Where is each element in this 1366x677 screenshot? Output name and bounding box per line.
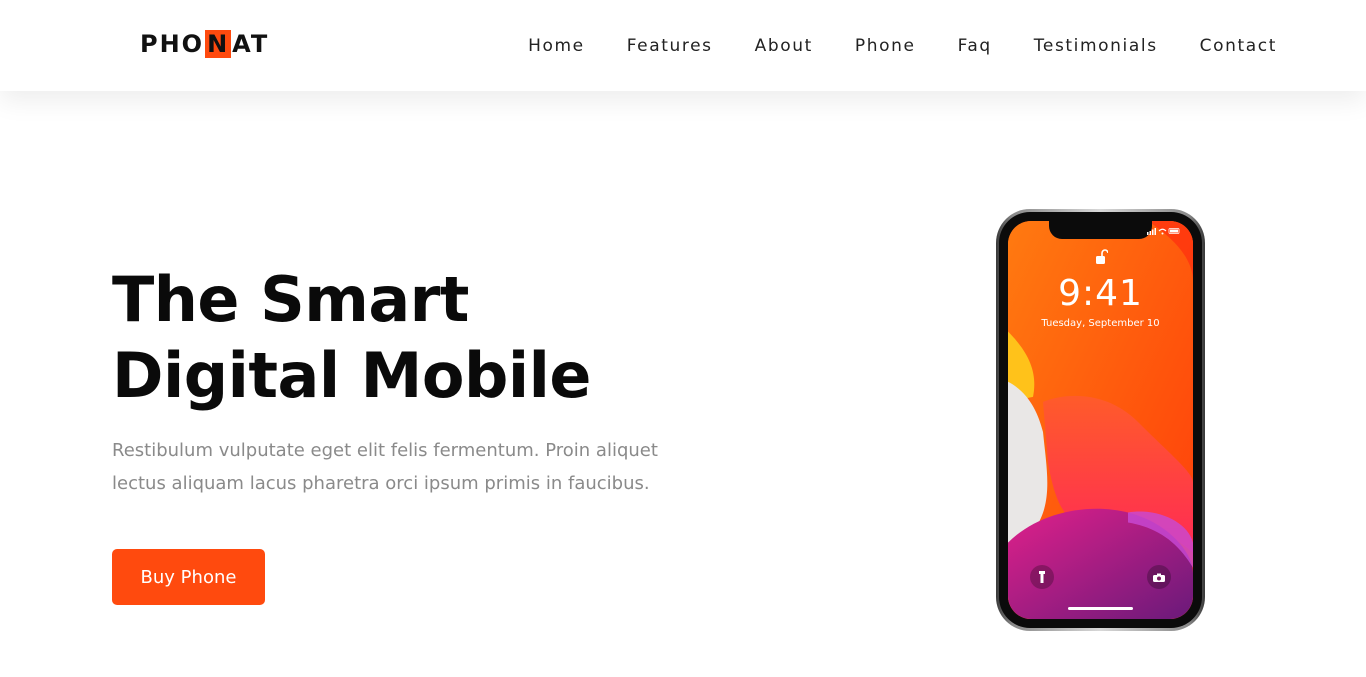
- lockscreen-date: Tuesday, September 10: [1041, 318, 1160, 329]
- nav-item-faq[interactable]: Faq: [958, 36, 992, 56]
- home-indicator: [1068, 607, 1133, 610]
- nav-item-contact[interactable]: Contact: [1200, 36, 1277, 56]
- hero-title-line1: The Smart: [112, 263, 469, 336]
- phone-image: 9:41 Tuesday, September 10: [996, 209, 1205, 631]
- logo-highlight: N: [205, 30, 232, 58]
- phone-bezel: 9:41 Tuesday, September 10: [999, 212, 1202, 628]
- nav-item-home[interactable]: Home: [528, 36, 585, 56]
- hero-title-line2: Digital Mobile: [112, 339, 591, 412]
- nav-item-about[interactable]: About: [755, 36, 813, 56]
- logo-prefix: PHO: [140, 30, 205, 58]
- camera-icon[interactable]: [1147, 565, 1171, 589]
- site-header: PHO N AT Home Features About Phone Faq Tes…: [0, 0, 1366, 91]
- signal-wifi-battery-icon: [1147, 228, 1180, 235]
- phone-screen: 9:41 Tuesday, September 10: [1008, 221, 1193, 619]
- nav-item-phone[interactable]: Phone: [855, 36, 916, 56]
- status-bar: [1147, 227, 1181, 237]
- logo-suffix: AT: [232, 30, 270, 58]
- hero-title: The Smart Digital Mobile: [112, 262, 591, 414]
- lockscreen-time: 9:41: [1058, 273, 1143, 314]
- nav-item-features[interactable]: Features: [627, 36, 713, 56]
- lock-icon: [1096, 249, 1109, 269]
- hero-description: Restibulum vulputate eget elit felis fer…: [112, 440, 658, 494]
- phone-notch: [1049, 221, 1152, 239]
- main-nav: Home Features About Phone Faq Testimonia…: [528, 36, 1277, 56]
- logo[interactable]: PHO N AT: [140, 30, 269, 58]
- flashlight-icon[interactable]: [1030, 565, 1054, 589]
- buy-phone-button[interactable]: Buy Phone: [112, 549, 265, 605]
- nav-item-testimonials[interactable]: Testimonials: [1034, 36, 1158, 56]
